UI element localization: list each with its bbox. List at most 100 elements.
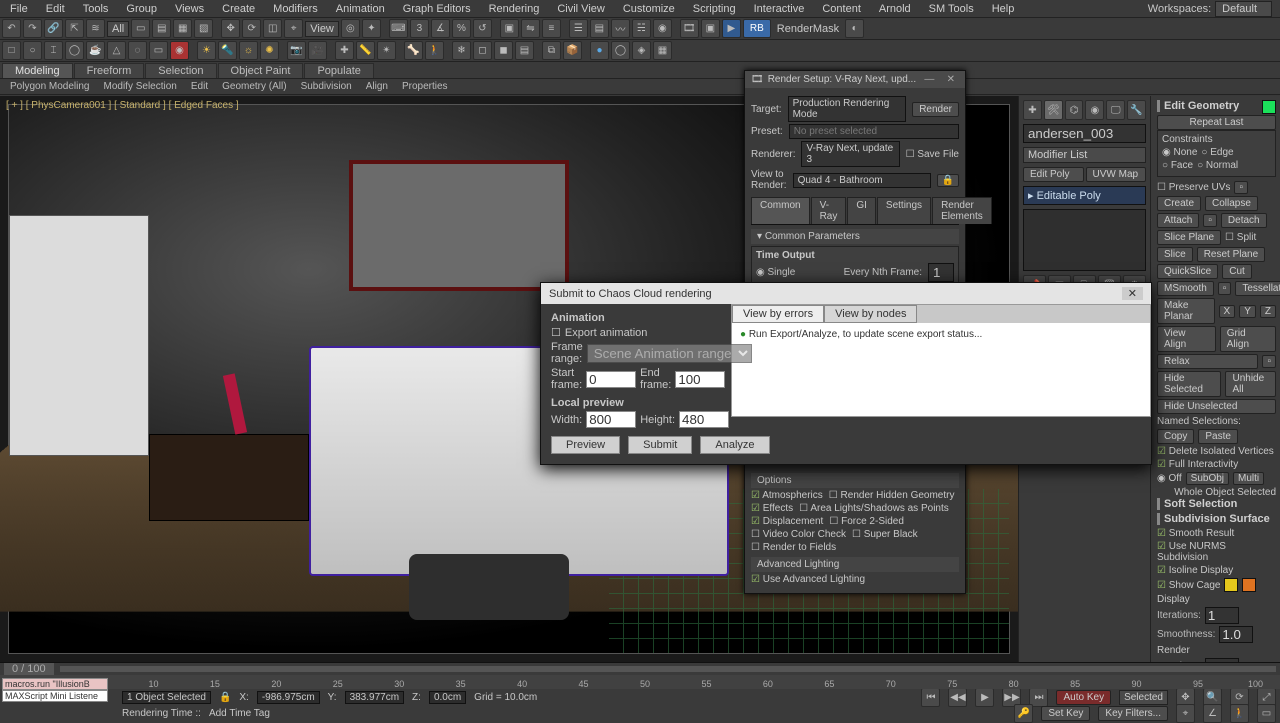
common-params-hdr[interactable]: ▾ Common Parameters [751,229,959,244]
menu-grapheditors[interactable]: Graph Editors [395,1,479,17]
mirror-icon[interactable]: ⇋ [521,19,540,38]
split-chk[interactable]: ☐ Split [1225,232,1256,243]
renderer-dd[interactable]: V-Ray Next, update 3 [801,141,899,167]
prim-cyl-icon[interactable]: ⌶ [44,41,63,60]
maxscript-listener[interactable]: macros.run "IllusionB MAXScript Mini Lis… [2,678,108,702]
resetplane-button[interactable]: Reset Plane [1197,247,1265,262]
layers-icon[interactable]: ☰ [569,19,588,38]
create-button[interactable]: Create [1157,196,1201,211]
viewto-lock-icon[interactable]: 🔒 [937,174,959,187]
w-field[interactable] [586,411,636,428]
edit-geometry-rollout[interactable]: Edit Geometry [1157,100,1276,112]
tab-viewerrors[interactable]: View by errors [732,305,824,323]
tab-modeling[interactable]: Modeling [2,63,73,78]
preview-button[interactable]: Preview [551,436,620,454]
menu-animation[interactable]: Animation [328,1,393,17]
prim-teapot-icon[interactable]: ☕ [86,41,105,60]
time-ticks[interactable]: 05 1015 2025 3035 4045 5055 6065 7075 80… [0,675,1280,689]
addtimetag-button[interactable]: Add Time Tag [209,708,270,719]
selection-filter-dd[interactable]: All [107,21,129,37]
render-setup-min[interactable]: — [920,74,938,85]
layer-expl-icon[interactable]: ▤ [515,41,534,60]
light-direct-icon[interactable]: ☼ [239,41,258,60]
collapse-button[interactable]: Collapse [1205,196,1258,211]
render-setup-icon[interactable]: 🎞 [680,19,699,38]
repeat-last-button[interactable]: Repeat Last [1157,115,1276,130]
menu-customize[interactable]: Customize [615,1,683,17]
isolate-icon[interactable]: ◼ [494,41,513,60]
prev-frame-icon[interactable]: ◀◀ [948,688,967,707]
viewto-dd[interactable]: Quad 4 - Bathroom [793,173,931,188]
target-dd[interactable]: Production Rendering Mode [788,96,907,122]
viewport-bg-icon[interactable]: ▦ [653,41,672,60]
opt-areaptlights[interactable]: ☐ Area Lights/Shadows as Points [799,503,949,514]
prim-box-icon[interactable]: □ [2,41,21,60]
prim-cone-icon[interactable]: △ [107,41,126,60]
autokey-button[interactable]: Auto Key [1056,690,1111,705]
tab-common[interactable]: Common [751,197,810,224]
attach-list[interactable]: ▫ [1203,214,1217,227]
modifier-list-dd[interactable]: Modifier List [1023,147,1146,163]
preserve-uvs-settings[interactable]: ▫ [1234,181,1248,194]
softsel-rollout[interactable]: Soft Selection [1157,498,1276,510]
keyfilters-button[interactable]: Key Filters... [1098,706,1168,721]
menu-edit[interactable]: Edit [38,1,73,17]
menu-views[interactable]: Views [167,1,212,17]
light-sun-icon[interactable]: ✺ [260,41,279,60]
unhideall-button[interactable]: Unhide All [1225,371,1276,397]
mat-apply-icon[interactable]: ◉ [170,41,189,60]
sr-subdiv[interactable]: Subdivision [295,81,358,92]
menu-content[interactable]: Content [814,1,869,17]
h-field[interactable] [679,411,729,428]
planar-z[interactable]: Z [1260,305,1276,318]
helper-tape-icon[interactable]: 📏 [356,41,375,60]
quickslice-button[interactable]: QuickSlice [1157,264,1218,279]
cam-free-icon[interactable]: 🎥 [308,41,327,60]
select-obj-icon[interactable]: ▭ [131,19,150,38]
frz-icon[interactable]: ❄ [452,41,471,60]
ref-coord-dd[interactable]: View [305,21,339,37]
menu-civilview[interactable]: Civil View [549,1,612,17]
cmd-modify-icon[interactable]: 🛠 [1044,100,1063,120]
scale-icon[interactable]: ◫ [263,19,282,38]
cmd-motion-icon[interactable]: ◉ [1085,100,1104,120]
workspace-dd[interactable]: Default [1215,1,1272,17]
cmd-utils-icon[interactable]: 🔧 [1127,100,1146,120]
spinnersnap-icon[interactable]: ↺ [473,19,492,38]
tab-gi[interactable]: GI [847,197,876,224]
paste-button[interactable]: Paste [1198,429,1238,444]
unlink-icon[interactable]: ⇱ [65,19,84,38]
snap3d-icon[interactable]: 3 [410,19,429,38]
hide-icon[interactable]: ◻ [473,41,492,60]
menu-tools[interactable]: Tools [75,1,117,17]
opt-atmos[interactable]: Atmospherics [751,490,823,501]
render-setup-close[interactable]: ✕ [943,74,959,85]
attach-button[interactable]: Attach [1157,213,1199,228]
iter-field[interactable] [1205,607,1239,624]
link-icon[interactable]: 🔗 [44,19,63,38]
rb-icon[interactable]: RB [743,19,771,38]
sys-biped-icon[interactable]: 🚶 [425,41,444,60]
play-icon[interactable]: ▶ [975,688,994,707]
z-val[interactable]: 0.0cm [429,691,466,704]
tab-settings[interactable]: Settings [877,197,931,224]
time-slider-track[interactable] [60,666,1276,672]
menu-create[interactable]: Create [214,1,263,17]
cam-target-icon[interactable]: 📷 [287,41,306,60]
menu-smtools[interactable]: SM Tools [921,1,982,17]
toggle-ribbon-icon[interactable]: ▤ [590,19,609,38]
object-color-swatch[interactable] [1262,100,1276,114]
rendered-frame-icon[interactable]: ▣ [701,19,720,38]
editpoly-button[interactable]: Edit Poly [1023,167,1084,182]
constraint-normal[interactable]: Normal [1197,160,1238,171]
sr-edit[interactable]: Edit [185,81,214,92]
cage-color2[interactable] [1242,578,1256,592]
del-isolated-chk[interactable]: Delete Isolated Vertices [1157,446,1274,457]
tab-viewnodes[interactable]: View by nodes [824,305,917,323]
undo-icon[interactable]: ↶ [2,19,21,38]
constraint-edge[interactable]: Edge [1201,147,1233,158]
tessellate-button[interactable]: Tessellate [1235,281,1280,296]
schematic-icon[interactable]: ☵ [632,19,651,38]
planar-y[interactable]: Y [1239,305,1256,318]
window-cross-icon[interactable]: ▧ [194,19,213,38]
